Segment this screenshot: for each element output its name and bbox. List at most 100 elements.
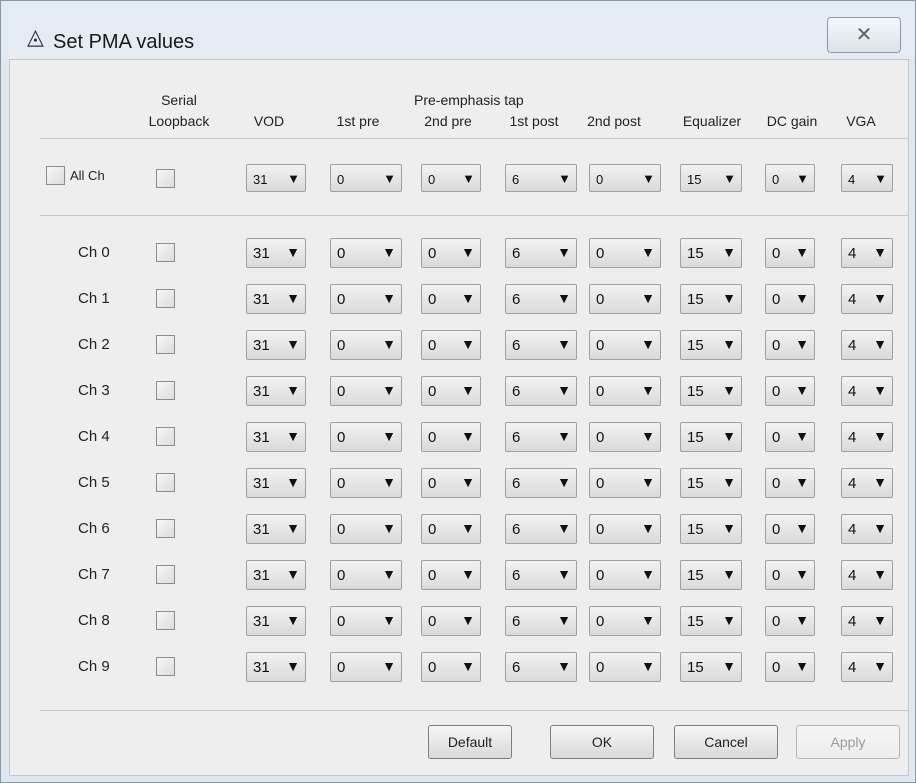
- default-button[interactable]: Default: [428, 725, 512, 759]
- ch6-vga-select[interactable]: 4 ▼: [841, 514, 893, 544]
- ch9-dc-gain-select[interactable]: 0 ▼: [765, 652, 815, 682]
- close-button[interactable]: ✕: [827, 17, 901, 53]
- ch0-equalizer-select[interactable]: 15 ▼: [680, 238, 742, 268]
- ch1-pre2-select[interactable]: 0 ▼: [421, 284, 481, 314]
- ch8-dc-gain-select[interactable]: 0 ▼: [765, 606, 815, 636]
- ch3-post1-select[interactable]: 6 ▼: [505, 376, 577, 406]
- ch4-vod-select[interactable]: 31 ▼: [246, 422, 306, 452]
- ch0-post1-select[interactable]: 6 ▼: [505, 238, 577, 268]
- ch3-loopback-checkbox[interactable]: [156, 381, 175, 400]
- ch2-vga-select[interactable]: 4 ▼: [841, 330, 893, 360]
- ch4-dc-gain-select[interactable]: 0 ▼: [765, 422, 815, 452]
- ch6-dc-gain-select[interactable]: 0 ▼: [765, 514, 815, 544]
- ch5-post2-select[interactable]: 0 ▼: [589, 468, 661, 498]
- ch5-post1-select[interactable]: 6 ▼: [505, 468, 577, 498]
- ch7-post2-select[interactable]: 0 ▼: [589, 560, 661, 590]
- ch5-equalizer-select[interactable]: 15 ▼: [680, 468, 742, 498]
- ch1-post2-select[interactable]: 0 ▼: [589, 284, 661, 314]
- all-ch-equalizer-select[interactable]: 15 ▼: [680, 164, 742, 192]
- ch2-dc-gain-select[interactable]: 0 ▼: [765, 330, 815, 360]
- all-ch-dc-gain-select[interactable]: 0 ▼: [765, 164, 815, 192]
- ch1-post1-select[interactable]: 6 ▼: [505, 284, 577, 314]
- ch0-loopback-checkbox[interactable]: [156, 243, 175, 262]
- ch2-equalizer-select[interactable]: 15 ▼: [680, 330, 742, 360]
- ch4-post1-select[interactable]: 6 ▼: [505, 422, 577, 452]
- ch3-pre1-select[interactable]: 0 ▼: [330, 376, 402, 406]
- ch4-post2-select[interactable]: 0 ▼: [589, 422, 661, 452]
- ch2-post2-select[interactable]: 0 ▼: [589, 330, 661, 360]
- ch0-dc-gain-select[interactable]: 0 ▼: [765, 238, 815, 268]
- ch9-vga-select[interactable]: 4 ▼: [841, 652, 893, 682]
- ch4-equalizer-select[interactable]: 15 ▼: [680, 422, 742, 452]
- all-ch-checkbox[interactable]: [46, 166, 65, 185]
- ch6-pre2-select[interactable]: 0 ▼: [421, 514, 481, 544]
- ch9-post1-select[interactable]: 6 ▼: [505, 652, 577, 682]
- ch8-equalizer-select[interactable]: 15 ▼: [680, 606, 742, 636]
- ch8-vga-select[interactable]: 4 ▼: [841, 606, 893, 636]
- ch5-vod-select[interactable]: 31 ▼: [246, 468, 306, 498]
- ch3-post2-select[interactable]: 0 ▼: [589, 376, 661, 406]
- ch5-dc-gain-select[interactable]: 0 ▼: [765, 468, 815, 498]
- ch2-loopback-checkbox[interactable]: [156, 335, 175, 354]
- ch5-pre2-select[interactable]: 0 ▼: [421, 468, 481, 498]
- ch7-loopback-checkbox[interactable]: [156, 565, 175, 584]
- ch8-post1-select[interactable]: 6 ▼: [505, 606, 577, 636]
- ch5-pre1-select[interactable]: 0 ▼: [330, 468, 402, 498]
- all-ch-post1-select[interactable]: 6 ▼: [505, 164, 577, 192]
- ch6-equalizer-select[interactable]: 15 ▼: [680, 514, 742, 544]
- ch3-equalizer-select[interactable]: 15 ▼: [680, 376, 742, 406]
- ch8-pre1-select[interactable]: 0 ▼: [330, 606, 402, 636]
- ch3-vod-select[interactable]: 31 ▼: [246, 376, 306, 406]
- all-ch-vod-select[interactable]: 31 ▼: [246, 164, 306, 192]
- all-ch-vga-select[interactable]: 4 ▼: [841, 164, 893, 192]
- all-ch-loopback-checkbox[interactable]: [156, 169, 175, 188]
- ch1-vod-select[interactable]: 31 ▼: [246, 284, 306, 314]
- ch0-pre2-select[interactable]: 0 ▼: [421, 238, 481, 268]
- ch1-loopback-checkbox[interactable]: [156, 289, 175, 308]
- ch0-vod-select[interactable]: 31 ▼: [246, 238, 306, 268]
- ch9-post2-select[interactable]: 0 ▼: [589, 652, 661, 682]
- ch6-vod-select[interactable]: 31 ▼: [246, 514, 306, 544]
- ch8-pre2-select[interactable]: 0 ▼: [421, 606, 481, 636]
- ch7-dc-gain-select[interactable]: 0 ▼: [765, 560, 815, 590]
- ch7-pre1-select[interactable]: 0 ▼: [330, 560, 402, 590]
- cancel-button[interactable]: Cancel: [674, 725, 778, 759]
- ch1-equalizer-select[interactable]: 15 ▼: [680, 284, 742, 314]
- ch8-loopback-checkbox[interactable]: [156, 611, 175, 630]
- ch1-vga-select[interactable]: 4 ▼: [841, 284, 893, 314]
- ch3-dc-gain-select[interactable]: 0 ▼: [765, 376, 815, 406]
- ch8-vod-select[interactable]: 31 ▼: [246, 606, 306, 636]
- ch6-pre1-select[interactable]: 0 ▼: [330, 514, 402, 544]
- ch2-pre1-select[interactable]: 0 ▼: [330, 330, 402, 360]
- ch2-post1-select[interactable]: 6 ▼: [505, 330, 577, 360]
- ch6-loopback-checkbox[interactable]: [156, 519, 175, 538]
- ch6-post1-select[interactable]: 6 ▼: [505, 514, 577, 544]
- ch6-post2-select[interactable]: 0 ▼: [589, 514, 661, 544]
- ok-button[interactable]: OK: [550, 725, 654, 759]
- ch1-dc-gain-select[interactable]: 0 ▼: [765, 284, 815, 314]
- ch4-loopback-checkbox[interactable]: [156, 427, 175, 446]
- ch3-vga-select[interactable]: 4 ▼: [841, 376, 893, 406]
- ch1-pre1-select[interactable]: 0 ▼: [330, 284, 402, 314]
- ch7-pre2-select[interactable]: 0 ▼: [421, 560, 481, 590]
- ch0-vga-select[interactable]: 4 ▼: [841, 238, 893, 268]
- ch7-vga-select[interactable]: 4 ▼: [841, 560, 893, 590]
- ch2-vod-select[interactable]: 31 ▼: [246, 330, 306, 360]
- ch7-vod-select[interactable]: 31 ▼: [246, 560, 306, 590]
- title-bar[interactable]: ◬ Set PMA values ✕: [1, 1, 915, 59]
- all-ch-pre2-select[interactable]: 0 ▼: [421, 164, 481, 192]
- ch9-pre2-select[interactable]: 0 ▼: [421, 652, 481, 682]
- ch3-pre2-select[interactable]: 0 ▼: [421, 376, 481, 406]
- all-ch-post2-select[interactable]: 0 ▼: [589, 164, 661, 192]
- ch4-pre2-select[interactable]: 0 ▼: [421, 422, 481, 452]
- ch9-equalizer-select[interactable]: 15 ▼: [680, 652, 742, 682]
- ch7-post1-select[interactable]: 6 ▼: [505, 560, 577, 590]
- ch0-pre1-select[interactable]: 0 ▼: [330, 238, 402, 268]
- ch2-pre2-select[interactable]: 0 ▼: [421, 330, 481, 360]
- ch9-vod-select[interactable]: 31 ▼: [246, 652, 306, 682]
- ch7-equalizer-select[interactable]: 15 ▼: [680, 560, 742, 590]
- ch5-vga-select[interactable]: 4 ▼: [841, 468, 893, 498]
- ch0-post2-select[interactable]: 0 ▼: [589, 238, 661, 268]
- all-ch-pre1-select[interactable]: 0 ▼: [330, 164, 402, 192]
- ch9-loopback-checkbox[interactable]: [156, 657, 175, 676]
